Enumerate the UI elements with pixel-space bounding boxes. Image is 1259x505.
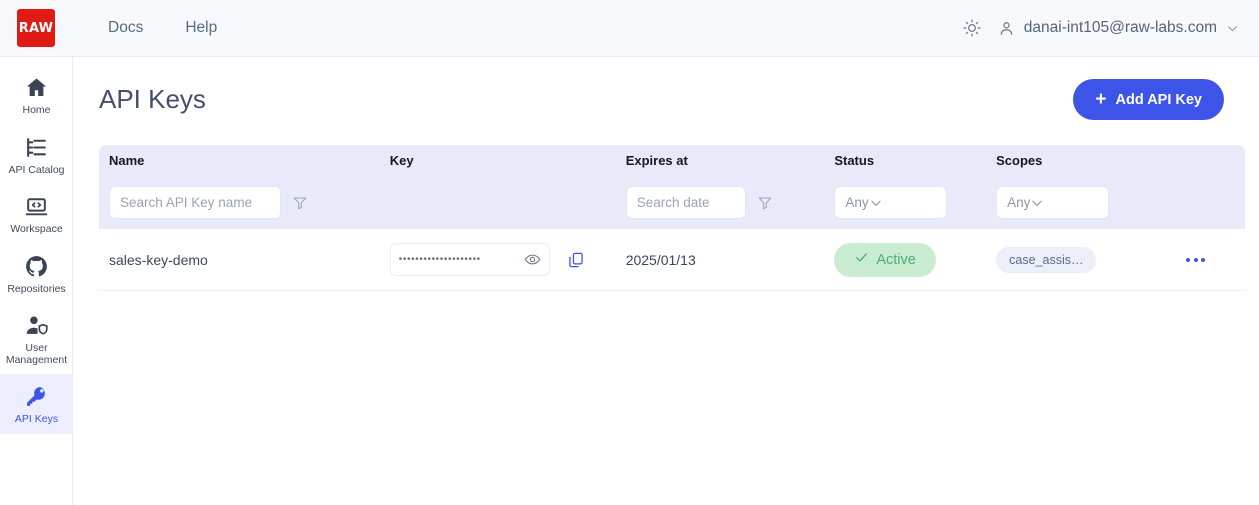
table-row[interactable]: sales-key-demo •••••••••••••••••••• 2025… [99, 229, 1245, 291]
sun-icon[interactable] [962, 18, 982, 38]
scopes-filter-value: Any [1007, 195, 1031, 210]
status-badge-label: Active [876, 251, 916, 268]
header-actions: danai-int105@raw-labs.com [962, 18, 1239, 38]
page-title: API Keys [99, 84, 206, 114]
nav-link-help[interactable]: Help [185, 19, 217, 37]
nav-link-docs[interactable]: Docs [108, 19, 143, 37]
person-icon [998, 20, 1015, 37]
check-icon [854, 250, 869, 269]
status-badge: Active [834, 242, 936, 277]
scopes-filter-select[interactable]: Any [996, 186, 1110, 219]
filter-icon[interactable] [746, 195, 773, 211]
key-icon [24, 384, 49, 409]
more-horizontal-icon[interactable] [1186, 257, 1235, 262]
add-api-key-button[interactable]: + Add API Key [1073, 79, 1224, 120]
cell-expires-at: 2025/01/13 [625, 251, 696, 268]
top-nav: Docs Help [108, 19, 217, 37]
name-filter-group: Search API Key name [109, 186, 390, 219]
scopes-filter-group: Any [996, 186, 1186, 219]
user-menu[interactable]: danai-int105@raw-labs.com [998, 19, 1239, 37]
eye-icon[interactable] [524, 251, 541, 268]
sidebar-item-workspace[interactable]: Workspace [0, 184, 73, 244]
search-api-key-name-input[interactable]: Search API Key name [109, 186, 281, 219]
sidebar-item-label: Home [22, 104, 51, 116]
column-header-scopes: Scopes [996, 153, 1043, 168]
column-header-key: Key [389, 153, 414, 168]
column-header-name: Name [109, 153, 145, 168]
cell-actions [1186, 257, 1235, 262]
catalog-icon [24, 135, 49, 160]
sidebar-item-label: Repositories [7, 282, 66, 295]
cell-status: Active [834, 242, 996, 277]
laptop-code-icon [24, 194, 49, 219]
cell-scopes: case_assis… [996, 246, 1186, 273]
column-header-expires-at: Expires at [625, 153, 688, 168]
chevron-down-icon[interactable] [1226, 22, 1239, 35]
search-date-input[interactable]: Search date [625, 186, 746, 219]
sidebar-item-label: API Catalog [8, 163, 65, 176]
chevron-down-icon [1030, 196, 1044, 210]
home-icon [24, 75, 49, 100]
table-filter-row: Search API Key name Search date Any Any [99, 176, 1245, 229]
scope-chip[interactable]: case_assis… [996, 246, 1097, 273]
status-filter-value: Any [845, 195, 869, 210]
top-header: RAW Docs Help danai-int105@raw-labs.com [0, 0, 1259, 57]
api-keys-table: Name Key Expires at Status Scopes Search… [99, 145, 1245, 291]
chevron-down-icon [869, 196, 883, 210]
raw-logo[interactable]: RAW [17, 9, 55, 47]
sidebar-item-api-catalog[interactable]: API Catalog [0, 125, 73, 185]
github-icon [24, 254, 49, 279]
plus-icon: + [1095, 89, 1107, 110]
sidebar-item-label: API Keys [14, 413, 59, 425]
filter-icon[interactable] [281, 195, 308, 211]
user-shield-icon [24, 313, 49, 338]
date-filter-group: Search date [625, 186, 835, 219]
cell-name: sales-key-demo [109, 251, 208, 268]
page-header: API Keys + Add API Key [74, 57, 1259, 120]
status-filter-group: Any [834, 186, 996, 219]
sidebar-item-user-management[interactable]: User Management [0, 303, 73, 374]
sidebar-item-repositories[interactable]: Repositories [0, 244, 73, 304]
sidebar-item-label: User Management [5, 342, 68, 366]
column-header-status: Status [834, 153, 875, 168]
main-content: API Keys + Add API Key Name Key Expires … [74, 57, 1259, 505]
status-filter-select[interactable]: Any [834, 186, 948, 219]
user-email-label: danai-int105@raw-labs.com [1023, 19, 1217, 36]
sidebar-item-home[interactable]: Home [0, 65, 73, 125]
add-api-key-label: Add API Key [1115, 91, 1202, 108]
table-header-row: Name Key Expires at Status Scopes [99, 145, 1245, 176]
sidebar-item-api-keys[interactable]: API Keys [0, 374, 73, 434]
api-key-masked-value: •••••••••••••••••••• [398, 254, 481, 265]
api-key-masked-field[interactable]: •••••••••••••••••••• [389, 243, 550, 276]
cell-key: •••••••••••••••••••• [389, 243, 626, 276]
sidebar: Home API Catalog Workspace Repositories … [0, 57, 73, 505]
sidebar-item-label: Workspace [10, 223, 63, 235]
copy-icon[interactable] [550, 251, 585, 269]
